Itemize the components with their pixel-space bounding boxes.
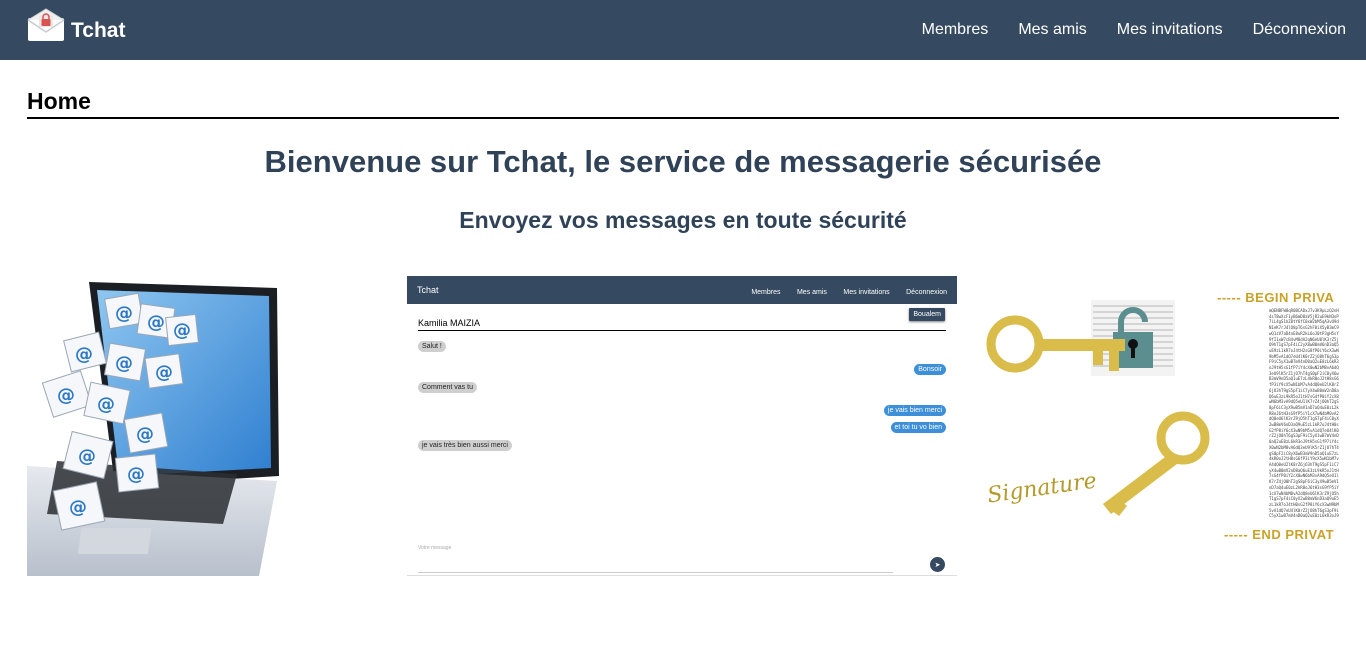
nav-membres[interactable]: Membres (922, 21, 989, 39)
laptop-email-image: @ @ @ @ @ @ @ @ @ @ @ @ (27, 276, 287, 576)
svg-text:@: @ (127, 464, 145, 485)
svg-text:@: @ (147, 312, 165, 333)
preview-contact-name: Kamilia MAIZIA (418, 318, 481, 328)
svg-text:@: @ (173, 320, 191, 341)
brand-name: Tchat (71, 19, 126, 42)
title-divider (27, 117, 1339, 119)
preview-message-in: je vais très bien aussi merci (418, 440, 512, 451)
top-navbar: Tchat Membres Mes amis Mes invitations D… (0, 0, 1366, 60)
preview-message-in: Comment vas tu (418, 382, 477, 393)
pgp-begin-header: ----- BEGIN PRIVA (1217, 290, 1335, 305)
nav-links: Membres Mes amis Mes invitations Déconne… (902, 0, 1356, 60)
preview-input-label: Votre message (418, 545, 452, 551)
svg-text:@: @ (115, 303, 133, 324)
svg-text:@: @ (75, 344, 93, 365)
svg-text:@: @ (136, 424, 154, 445)
crypto-keys-image: ----- BEGIN PRIVA mQENBFW8qR0BCADxJ7v3K9… (985, 276, 1339, 576)
svg-text:@: @ (57, 385, 75, 406)
preview-nav-item: Mes invitations (843, 289, 890, 296)
preview-message-out: Bonsoir (914, 364, 946, 375)
preview-nav-links: Membres Mes amis Mes invitations Déconne… (739, 281, 947, 299)
send-icon: ➤ (930, 557, 945, 572)
preview-nav-item: Mes amis (796, 289, 827, 296)
pgp-end-footer: ----- END PRIVAT (1224, 527, 1335, 542)
preview-input-underline (418, 572, 893, 573)
svg-text:@: @ (97, 394, 115, 415)
page-title: Home (27, 88, 91, 114)
brand-link[interactable]: Tchat (27, 4, 125, 56)
preview-message-out: je vais bien merci (883, 405, 946, 416)
nav-mes-amis[interactable]: Mes amis (1018, 21, 1086, 39)
nav-mes-invitations[interactable]: Mes invitations (1117, 21, 1223, 39)
svg-text:@: @ (115, 353, 133, 374)
svg-text:@: @ (69, 497, 87, 518)
app-preview-image: Tchat Membres Mes amis Mes invitations D… (407, 276, 957, 576)
preview-nav-item: Membres (751, 289, 781, 296)
preview-divider (418, 330, 946, 331)
welcome-headline: Bienvenue sur Tchat, le service de messa… (264, 144, 1102, 179)
preview-brand: Tchat (417, 285, 439, 295)
welcome-subheadline: Envoyez vos messages en toute sécurité (459, 207, 907, 233)
pgp-cipher-text: mQENBFW8qR0BCADxJ7v3K9pLzQ2nH4sT8wXcF1yB… (1269, 308, 1339, 518)
lock-envelope-icon (27, 8, 65, 41)
svg-text:@: @ (78, 446, 96, 467)
svg-text:@: @ (155, 362, 173, 383)
preview-message-in: Salut ! (418, 341, 446, 352)
preview-user-button: Boualem (909, 308, 945, 321)
preview-navbar: Tchat Membres Mes amis Mes invitations D… (407, 276, 957, 304)
laptop-illustration: @ @ @ @ @ @ @ @ @ @ @ @ (27, 276, 287, 576)
preview-nav-item: Déconnexion (906, 289, 947, 296)
preview-message-out: et toi tu vo bien (890, 422, 946, 433)
nav-deconnexion[interactable]: Déconnexion (1253, 21, 1346, 39)
